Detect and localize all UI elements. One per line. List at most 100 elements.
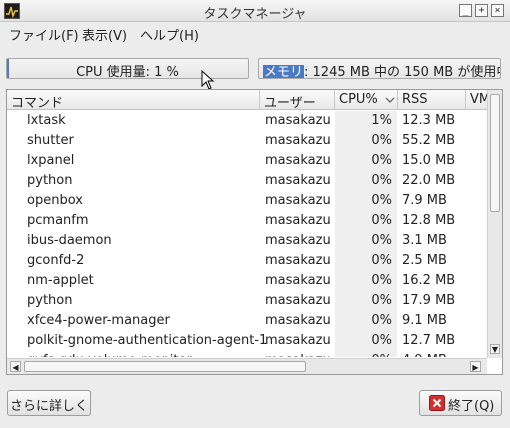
mouse-pointer-icon (201, 70, 215, 90)
column-header-cpu-label: CPU% (339, 92, 378, 107)
table-row[interactable]: lxpanel masakazu 0% 15.0 MB (7, 151, 487, 171)
table-header: コマンド ユーザー CPU% RSS VM (7, 90, 487, 110)
process-user: masakazu (265, 351, 331, 357)
quit-button[interactable]: 終了(Q) (419, 390, 502, 416)
memory-usage-text: メモリ: 1245 MB 中の 150 MB が使用中 (263, 61, 501, 79)
column-header-command[interactable]: コマンド (7, 90, 260, 110)
process-rss: 12.8 MB (402, 213, 456, 228)
process-name: gconfd-2 (27, 253, 85, 268)
menu-bar: ファイル(F) 表示(V) ヘルプ(H) (0, 22, 510, 44)
process-cpu: 0% (335, 171, 397, 191)
process-name: nm-applet (27, 273, 94, 288)
process-rss: 3.1 MB (402, 233, 447, 248)
process-name: lxtask (27, 113, 66, 128)
process-cpu: 0% (335, 271, 397, 291)
process-rss: 9.1 MB (402, 313, 447, 328)
table-row[interactable]: polkit-gnome-authentication-agent-1 masak… (7, 331, 487, 351)
process-rss: 15.0 MB (402, 153, 456, 168)
vertical-scroll-thumb[interactable] (490, 94, 500, 212)
scroll-down-arrow-icon[interactable]: ▼ (490, 344, 500, 354)
table-row[interactable]: gvfs-gdu-volume-monitor masakazu 0% 4.9 MB (7, 351, 487, 357)
process-name: gvfs-gdu-volume-monitor (27, 351, 192, 357)
process-rss: 55.2 MB (402, 133, 456, 148)
scroll-left-arrow-icon[interactable]: ◀ (10, 361, 21, 372)
process-user: masakazu (265, 293, 331, 308)
process-name: pcmanfm (27, 213, 89, 228)
minimize-button[interactable]: _ (459, 4, 472, 17)
table-row[interactable]: gconfd-2 masakazu 0% 2.5 MB (7, 251, 487, 271)
process-cpu: 0% (335, 151, 397, 171)
chevron-down-icon (385, 97, 395, 103)
vertical-scrollbar[interactable]: ▼ (487, 90, 502, 358)
process-user: masakazu (265, 133, 331, 148)
table-row[interactable]: python masakazu 0% 17.9 MB (7, 291, 487, 311)
title-bar: タスクマネージャ _ + × (0, 0, 510, 22)
process-cpu: 0% (335, 311, 397, 331)
maximize-button[interactable]: + (475, 4, 488, 17)
menu-file[interactable]: ファイル(F) (9, 25, 79, 44)
process-user: masakazu (265, 333, 331, 348)
process-rss: 12.7 MB (402, 333, 456, 348)
memory-usage-bar: メモリ: 1245 MB 中の 150 MB が使用中 (258, 58, 501, 79)
process-user: masakazu (265, 193, 331, 208)
memory-detail: : 1245 MB 中の 150 MB が使用中 (304, 65, 501, 79)
process-name: python (27, 173, 73, 188)
process-cpu: 0% (335, 331, 397, 351)
column-header-rss[interactable]: RSS (398, 90, 466, 110)
process-cpu: 0% (335, 211, 397, 231)
process-cpu: 0% (335, 291, 397, 311)
process-user: masakazu (265, 273, 331, 288)
process-cpu: 0% (335, 231, 397, 251)
process-user: masakazu (265, 313, 331, 328)
process-name: polkit-gnome-authentication-agent-1 (27, 333, 268, 348)
process-rss: 22.0 MB (402, 173, 456, 188)
scroll-right-arrow-icon[interactable]: ▶ (470, 361, 481, 372)
process-cpu: 0% (335, 191, 397, 211)
table-row[interactable]: lxtask masakazu 1% 12.3 MB (7, 111, 487, 131)
process-name: python (27, 293, 73, 308)
process-name: shutter (27, 133, 74, 148)
process-user: masakazu (265, 153, 331, 168)
process-cpu: 0% (335, 351, 397, 357)
table-row[interactable]: pcmanfm masakazu 0% 12.8 MB (7, 211, 487, 231)
process-cpu: 0% (335, 251, 397, 271)
process-name: xfce4-power-manager (27, 313, 170, 328)
menu-view[interactable]: 表示(V) (82, 25, 127, 44)
more-details-button[interactable]: さらに詳しく (7, 390, 91, 416)
process-user: masakazu (265, 253, 331, 268)
process-table: コマンド ユーザー CPU% RSS VM lxtask masakazu 1% 12… (6, 89, 503, 375)
column-header-user[interactable]: ユーザー (260, 90, 335, 110)
process-rss: 16.2 MB (402, 273, 456, 288)
memory-label: メモリ (263, 65, 305, 79)
table-body: lxtask masakazu 1% 12.3 MB shutter masakazu 0%… (7, 111, 487, 357)
process-user: masakazu (265, 213, 331, 228)
column-header-vm[interactable]: VM (466, 90, 487, 110)
menu-help[interactable]: ヘルプ(H) (140, 25, 199, 44)
table-row[interactable]: openbox masakazu 0% 7.9 MB (7, 191, 487, 211)
process-user: masakazu (265, 173, 331, 188)
table-row[interactable]: nm-applet masakazu 0% 16.2 MB (7, 271, 487, 291)
process-user: masakazu (265, 233, 331, 248)
process-rss: 12.3 MB (402, 113, 456, 128)
close-red-icon (429, 395, 445, 411)
process-rss: 7.9 MB (402, 193, 447, 208)
process-name: openbox (27, 193, 83, 208)
process-rss: 17.9 MB (402, 293, 456, 308)
horizontal-scrollbar[interactable]: ◀ ▶ (7, 358, 487, 374)
window-title: タスクマネージャ (203, 7, 307, 22)
process-name: ibus-daemon (27, 233, 112, 248)
close-button[interactable]: × (491, 4, 504, 17)
process-rss: 4.9 MB (402, 351, 447, 357)
table-row[interactable]: shutter masakazu 0% 55.2 MB (7, 131, 487, 151)
process-rss: 2.5 MB (402, 253, 447, 268)
table-row[interactable]: python masakazu 0% 22.0 MB (7, 171, 487, 191)
process-cpu: 1% (335, 111, 397, 131)
quit-button-label: 終了(Q) (448, 399, 495, 414)
horizontal-scroll-thumb[interactable] (24, 361, 306, 372)
table-row[interactable]: ibus-daemon masakazu 0% 3.1 MB (7, 231, 487, 251)
column-header-cpu[interactable]: CPU% (335, 90, 398, 110)
process-user: masakazu (265, 113, 331, 128)
table-row[interactable]: xfce4-power-manager masakazu 0% 9.1 MB (7, 311, 487, 331)
process-cpu: 0% (335, 131, 397, 151)
process-name: lxpanel (27, 153, 75, 168)
